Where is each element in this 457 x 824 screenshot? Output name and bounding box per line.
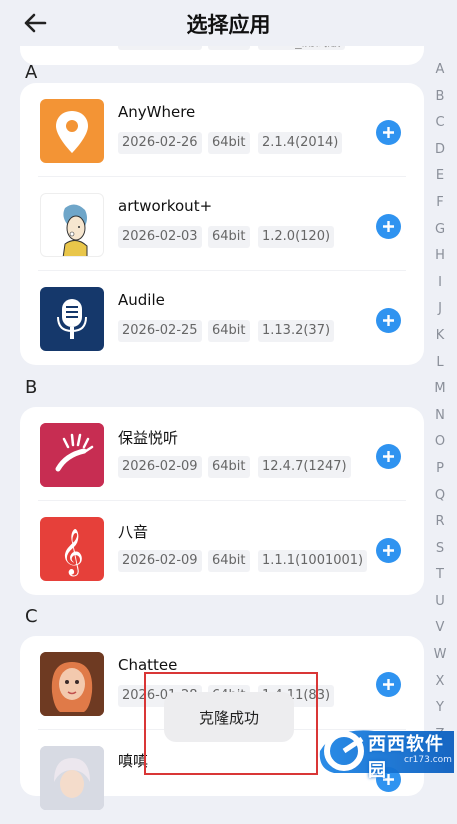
top-bar: 选择应用 [0,0,457,46]
version-tag: 1.13.2(37) [258,320,335,342]
app-list: 2026-02-24 64bit 1.2.0_测试版 A AnyWhere 20… [0,0,457,810]
add-app-button[interactable] [376,308,401,333]
index-letter-d[interactable]: D [426,137,454,164]
add-app-button[interactable] [376,672,401,697]
bits-tag: 64bit [208,456,250,478]
app-name: AnyWhere [118,103,196,121]
index-letter-q[interactable]: Q [426,483,454,510]
section-card-a: AnyWhere 2026-02-26 64bit 2.1.4(2014) ar… [20,83,424,365]
index-letter-f[interactable]: F [426,190,454,217]
section-letter-c: C [25,606,38,627]
list-item: AnyWhere 2026-02-26 64bit 2.1.4(2014) [20,83,424,177]
index-letter-x[interactable]: X [426,669,454,696]
version-tag: 1.1.1(1001001) [258,550,368,572]
app-name: 保益悦听 [118,429,179,447]
index-letter-m[interactable]: M [426,376,454,403]
list-item: artworkout+ 2026-02-03 64bit 1.2.0(120) [20,177,424,271]
list-item: Audile 2026-02-25 64bit 1.13.2(37) [20,271,424,365]
section-letter-a: A [25,62,38,83]
index-letter-t[interactable]: T [426,562,454,589]
date-tag: 2026-02-03 [118,226,202,248]
avatar-boy-icon [40,746,104,810]
index-letter-s[interactable]: S [426,536,454,563]
highlight-annotation-box [144,672,318,775]
watermark: 西西软件园 cr173.com [314,721,457,781]
app-name: artworkout+ [118,197,213,215]
index-letter-c[interactable]: C [426,110,454,137]
list-item: 保益悦听 2026-02-09 64bit 12.4.7(1247) [20,407,424,501]
index-letter-p[interactable]: P [426,456,454,483]
bits-tag: 64bit [208,132,250,154]
date-tag: 2026-02-09 [118,456,202,478]
add-app-button[interactable] [376,538,401,563]
bits-tag: 64bit [208,550,250,572]
add-app-button[interactable] [376,214,401,239]
version-tag: 12.4.7(1247) [258,456,351,478]
index-letter-r[interactable]: R [426,509,454,536]
index-letter-o[interactable]: O [426,429,454,456]
index-letter-i[interactable]: I [426,270,454,297]
app-name: Audile [118,291,165,309]
date-tag: 2026-02-26 [118,132,202,154]
treble-clef-icon: 𝄞 [40,517,104,581]
index-letter-l[interactable]: L [426,350,454,377]
add-app-button[interactable] [376,444,401,469]
alphabet-index-bar[interactable]: ABCDEFGHIJKLMNOPQRSTUVWXYZ# [426,57,454,775]
index-letter-k[interactable]: K [426,323,454,350]
add-app-button[interactable] [376,120,401,145]
section-card-b: 保益悦听 2026-02-09 64bit 12.4.7(1247) 𝄞 八音 … [20,407,424,595]
version-tag: 2.1.4(2014) [258,132,343,154]
index-letter-a[interactable]: A [426,57,454,84]
index-letter-w[interactable]: W [426,642,454,669]
index-letter-j[interactable]: J [426,296,454,323]
app-name: 八音 [118,523,149,541]
index-letter-n[interactable]: N [426,403,454,430]
index-letter-h[interactable]: H [426,243,454,270]
date-tag: 2026-02-09 [118,550,202,572]
index-letter-b[interactable]: B [426,84,454,111]
date-tag: 2026-02-25 [118,320,202,342]
list-item: 𝄞 八音 2026-02-09 64bit 1.1.1(1001001) [20,501,424,595]
page-title: 选择应用 [186,13,271,37]
section-letter-b: B [25,377,38,398]
svg-text:𝄞: 𝄞 [60,529,84,577]
version-tag: 1.2.0(120) [258,226,335,248]
map-pin-icon [40,99,104,163]
watermark-url: cr173.com [404,755,452,765]
bits-tag: 64bit [208,226,250,248]
index-letter-g[interactable]: G [426,217,454,244]
index-letter-e[interactable]: E [426,163,454,190]
sound-wave-icon [40,423,104,487]
avatar-girl-icon [40,652,104,716]
microphone-icon [40,287,104,351]
bits-tag: 64bit [208,320,250,342]
portrait-sketch-icon [40,193,104,257]
index-letter-v[interactable]: V [426,615,454,642]
index-letter-y[interactable]: Y [426,695,454,722]
index-letter-u[interactable]: U [426,589,454,616]
